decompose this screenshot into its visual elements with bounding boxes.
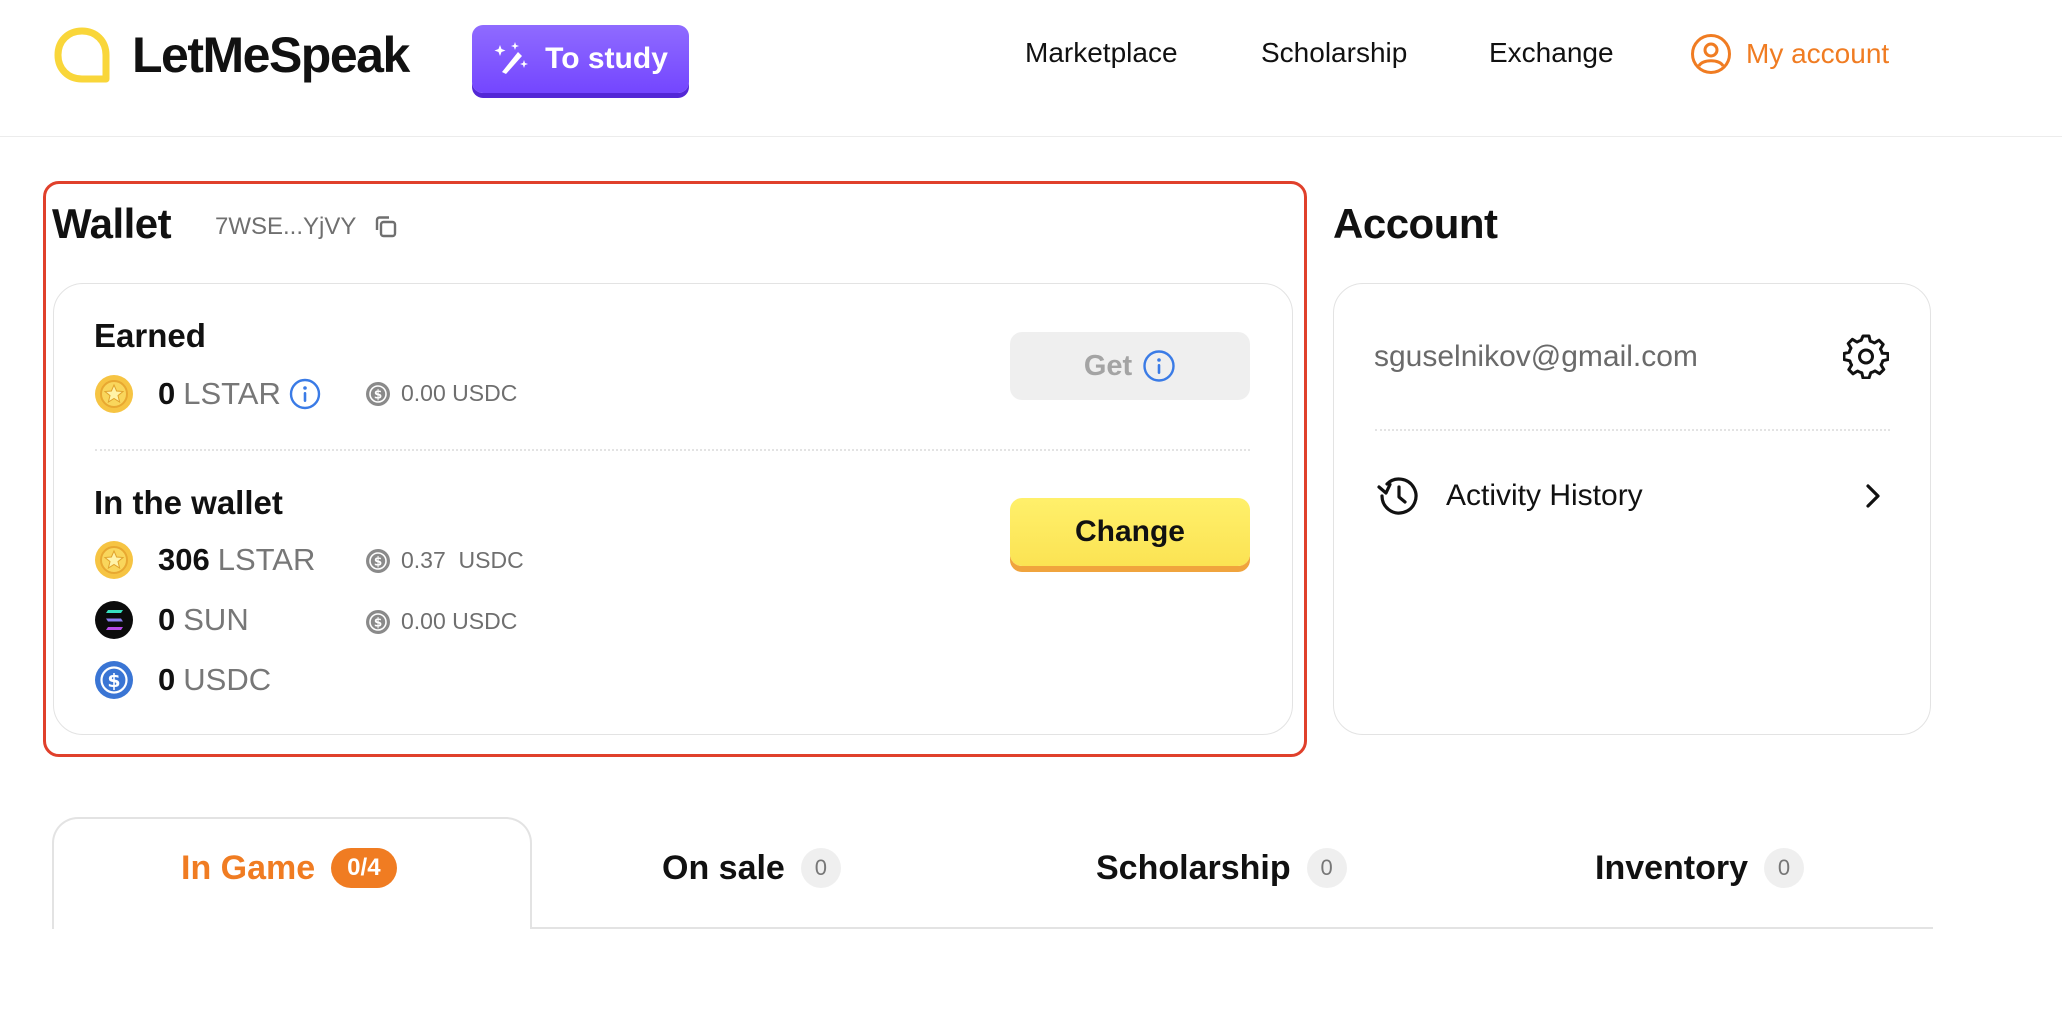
tab-on-sale[interactable]: On sale 0: [662, 848, 841, 888]
wallet-address: 7WSE...YjVY: [215, 213, 400, 241]
sun-amount: 0: [158, 602, 176, 637]
logo-text: LetMeSpeak: [132, 27, 410, 83]
earned-currency: LSTAR: [183, 376, 281, 411]
usdc-small-icon: $: [366, 381, 390, 406]
activity-history-row[interactable]: Activity History: [1374, 472, 1889, 520]
lstar-currency: LSTAR: [217, 542, 316, 577]
tab-scholarship-label: Scholarship: [1096, 848, 1291, 887]
wallet-address-text: 7WSE...YjVY: [215, 213, 357, 240]
usdc-coin-icon: $: [94, 660, 134, 700]
svg-text:$: $: [374, 387, 382, 401]
nav-marketplace[interactable]: Marketplace: [1025, 37, 1178, 69]
lstar-usd: $ 0.37 USDC: [365, 547, 524, 574]
change-button[interactable]: Change: [1010, 498, 1250, 566]
in-wallet-title: In the wallet: [94, 484, 283, 521]
account-divider: [1375, 429, 1890, 431]
history-icon: [1377, 477, 1418, 515]
sun-usd-value: 0.00 USDC: [401, 608, 518, 634]
svg-text:$: $: [374, 554, 382, 568]
usdc-amount: 0: [158, 662, 176, 697]
usdc-currency: USDC: [183, 662, 272, 697]
to-study-button[interactable]: To study: [472, 25, 689, 93]
tab-in-game-label: In Game: [181, 848, 316, 887]
account-title: Account: [1333, 200, 1498, 247]
sun-coin-icon: [94, 600, 134, 640]
tab-inventory-label: Inventory: [1595, 848, 1749, 887]
tab-inventory[interactable]: Inventory 0: [1595, 848, 1805, 888]
nav-my-account[interactable]: My account: [1690, 33, 1889, 75]
get-button[interactable]: Get: [1010, 332, 1250, 400]
earned-lstar-row: 0 LSTAR: [94, 374, 321, 414]
tabs-baseline: [531, 927, 1933, 929]
logo-icon: [54, 27, 110, 83]
nav-scholarship[interactable]: Scholarship: [1261, 37, 1407, 69]
my-account-label: My account: [1746, 38, 1890, 69]
tab-scholarship-badge: 0: [1306, 848, 1347, 888]
earned-amount: 0: [158, 376, 176, 411]
wallet-divider: [95, 449, 1250, 451]
sun-usd: $ 0.00 USDC: [365, 608, 517, 635]
logo[interactable]: LetMeSpeak: [52, 25, 410, 85]
tab-scholarship[interactable]: Scholarship 0: [1096, 848, 1347, 888]
svg-text:$: $: [107, 670, 120, 692]
user-icon: [1691, 34, 1731, 74]
gear-icon[interactable]: [1843, 333, 1889, 379]
tab-on-sale-badge: 0: [800, 848, 841, 888]
nav-exchange[interactable]: Exchange: [1489, 37, 1614, 69]
to-study-label: To study: [545, 42, 668, 75]
lstar-usd-value: 0.37 USDC: [401, 547, 524, 573]
top-header: LetMeSpeak To study Marketplace Scholars…: [0, 0, 2062, 137]
chevron-right-icon: [1866, 484, 1880, 508]
earned-title: Earned: [94, 317, 206, 354]
get-label: Get: [1083, 349, 1133, 382]
lstar-coin-icon: [94, 540, 134, 580]
usdc-small-icon: $: [366, 548, 390, 573]
account-email: sguselnikov@gmail.com: [1374, 340, 1698, 373]
earned-usd-value: 0.00 USDC: [401, 380, 518, 406]
earned-usd: $ 0.00 USDC: [365, 380, 517, 407]
tab-in-game[interactable]: In Game 0/4: [181, 848, 397, 888]
svg-text:$: $: [374, 615, 382, 629]
copy-icon[interactable]: [372, 213, 400, 241]
magic-wand-icon: [494, 42, 529, 74]
usdc-small-icon: $: [366, 609, 390, 634]
wallet-usdc-row: $ 0 USDC: [94, 660, 271, 700]
info-icon[interactable]: [289, 378, 321, 410]
info-icon: [1143, 350, 1175, 382]
tab-in-game-badge: 0/4: [331, 848, 397, 888]
tab-on-sale-label: On sale: [662, 848, 785, 887]
lstar-amount: 306: [158, 542, 210, 577]
activity-history-label: Activity History: [1446, 479, 1643, 512]
lstar-coin-icon: [94, 374, 134, 414]
wallet-sun-row: 0 SUN: [94, 600, 249, 640]
sun-currency: SUN: [183, 602, 249, 637]
wallet-lstar-row: 306 LSTAR: [94, 540, 315, 580]
tab-inventory-badge: 0: [1764, 848, 1805, 888]
wallet-title: Wallet: [52, 200, 172, 247]
